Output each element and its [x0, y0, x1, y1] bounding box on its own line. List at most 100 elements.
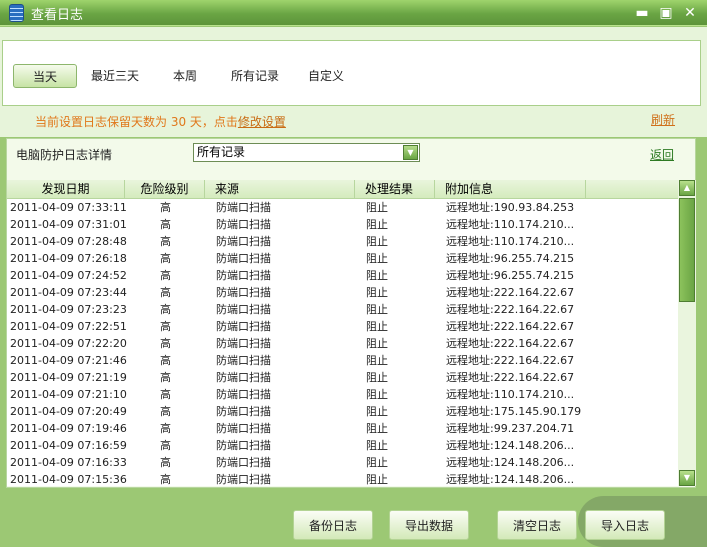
- table-cell: 远程地址:99.237.204.71: [446, 422, 575, 435]
- table-cell: 防端口扫描: [216, 320, 271, 333]
- scroll-thumb[interactable]: [679, 198, 695, 302]
- back-link[interactable]: 返回: [650, 146, 674, 163]
- close-button[interactable]: ✕: [681, 4, 699, 22]
- table-cell: 高: [160, 286, 171, 299]
- table-cell: 远程地址:110.174.210...: [446, 218, 575, 231]
- table-row[interactable]: 2011-04-09 07:21:46 高 防端口扫描 阻止 远程地址:222.164.…: [7, 352, 678, 369]
- table-cell: 2011-04-09 07:16:59: [10, 439, 127, 452]
- table-cell: 远程地址:222.164.22.67: [446, 371, 575, 384]
- table-cell: 阻止: [366, 303, 388, 316]
- table-row[interactable]: 2011-04-09 07:16:33 高 防端口扫描 阻止 远程地址:124.148.…: [7, 454, 678, 471]
- clear-log-button[interactable]: 清空日志: [497, 510, 577, 540]
- modify-settings-link[interactable]: 修改设置: [238, 115, 286, 129]
- filter-all-records[interactable]: 所有记录: [231, 64, 279, 88]
- shield-logo-icon: [9, 4, 24, 22]
- table-cell: 高: [160, 218, 171, 231]
- backup-log-button[interactable]: 备份日志: [293, 510, 373, 540]
- table-cell: 远程地址:124.148.206...: [446, 473, 575, 486]
- table-row[interactable]: 2011-04-09 07:21:10 高 防端口扫描 阻止 远程地址:110.174.…: [7, 386, 678, 403]
- table-row[interactable]: 2011-04-09 07:19:46 高 防端口扫描 阻止 远程地址:99.237.2…: [7, 420, 678, 437]
- table-cell: 防端口扫描: [216, 371, 271, 384]
- table-cell: 2011-04-09 07:21:10: [10, 388, 127, 401]
- table-cell: 高: [160, 439, 171, 452]
- table-cell: 阻止: [366, 286, 388, 299]
- table-cell: 远程地址:124.148.206...: [446, 456, 575, 469]
- table-row[interactable]: 2011-04-09 07:26:18 高 防端口扫描 阻止 远程地址:96.255.7…: [7, 250, 678, 267]
- table-row[interactable]: 2011-04-09 07:24:52 高 防端口扫描 阻止 远程地址:96.255.7…: [7, 267, 678, 284]
- table-row[interactable]: 2011-04-09 07:22:20 高 防端口扫描 阻止 远程地址:222.164.…: [7, 335, 678, 352]
- refresh-link[interactable]: 刷新: [651, 111, 675, 128]
- filter-last-three-days[interactable]: 最近三天: [91, 64, 139, 88]
- table-cell: 高: [160, 269, 171, 282]
- table-cell: 2011-04-09 07:16:33: [10, 456, 127, 469]
- col-result[interactable]: 处理结果: [355, 180, 435, 199]
- table-row[interactable]: 2011-04-09 07:31:01 高 防端口扫描 阻止 远程地址:110.174.…: [7, 216, 678, 233]
- table-cell: 阻止: [366, 354, 388, 367]
- import-log-button[interactable]: 导入日志: [585, 510, 665, 540]
- table-cell: 防端口扫描: [216, 269, 271, 282]
- table-cell: 防端口扫描: [216, 286, 271, 299]
- table-cell: 2011-04-09 07:21:19: [10, 371, 127, 384]
- col-level[interactable]: 危险级别: [125, 180, 205, 199]
- table-cell: 阻止: [366, 235, 388, 248]
- table-cell: 高: [160, 235, 171, 248]
- filter-custom[interactable]: 自定义: [308, 64, 344, 88]
- col-date[interactable]: 发现日期: [7, 180, 125, 199]
- chevron-down-icon[interactable]: ▼: [403, 145, 418, 160]
- table-cell: 2011-04-09 07:26:18: [10, 252, 127, 265]
- minimize-button[interactable]: ▬: [633, 4, 651, 22]
- table-cell: 阻止: [366, 218, 388, 231]
- table-cell: 2011-04-09 07:22:20: [10, 337, 127, 350]
- table-cell: 高: [160, 354, 171, 367]
- col-info[interactable]: 附加信息: [435, 180, 586, 199]
- table-cell: 阻止: [366, 422, 388, 435]
- table-header: 发现日期 危险级别 来源 处理结果 附加信息: [7, 180, 678, 199]
- table-cell: 阻止: [366, 269, 388, 282]
- table-cell: 远程地址:96.255.74.215: [446, 252, 575, 265]
- table-cell: 防端口扫描: [216, 439, 271, 452]
- table-row[interactable]: 2011-04-09 07:23:44 高 防端口扫描 阻止 远程地址:222.164.…: [7, 284, 678, 301]
- table-cell: 2011-04-09 07:21:46: [10, 354, 127, 367]
- table-cell: 高: [160, 473, 171, 486]
- table-cell: 防端口扫描: [216, 405, 271, 418]
- table-cell: 防端口扫描: [216, 201, 271, 214]
- table-row[interactable]: 2011-04-09 07:22:51 高 防端口扫描 阻止 远程地址:222.164.…: [7, 318, 678, 335]
- record-filter-select[interactable]: 所有记录 ▼: [193, 143, 420, 162]
- table-cell: 阻止: [366, 320, 388, 333]
- table-row[interactable]: 2011-04-09 07:15:36 高 防端口扫描 阻止 远程地址:124.148.…: [7, 471, 678, 486]
- table-cell: 高: [160, 337, 171, 350]
- table-cell: 2011-04-09 07:31:01: [10, 218, 127, 231]
- table-cell: 2011-04-09 07:33:11: [10, 201, 127, 214]
- col-source[interactable]: 来源: [205, 180, 355, 199]
- table-cell: 远程地址:222.164.22.67: [446, 286, 575, 299]
- maximize-button[interactable]: ▣: [657, 4, 675, 22]
- scroll-up-icon[interactable]: ▲: [679, 180, 695, 196]
- table-cell: 防端口扫描: [216, 456, 271, 469]
- table-row[interactable]: 2011-04-09 07:20:49 高 防端口扫描 阻止 远程地址:175.145.…: [7, 403, 678, 420]
- table-cell: 2011-04-09 07:19:46: [10, 422, 127, 435]
- table-row[interactable]: 2011-04-09 07:16:59 高 防端口扫描 阻止 远程地址:124.148.…: [7, 437, 678, 454]
- table-row[interactable]: 2011-04-09 07:33:11 高 防端口扫描 阻止 远程地址:190.93.8…: [7, 199, 678, 216]
- table-cell: 防端口扫描: [216, 473, 271, 486]
- table-row[interactable]: 2011-04-09 07:21:19 高 防端口扫描 阻止 远程地址:222.164.…: [7, 369, 678, 386]
- table-cell: 远程地址:96.255.74.215: [446, 269, 575, 282]
- filter-this-week[interactable]: 本周: [173, 64, 197, 88]
- table-cell: 阻止: [366, 473, 388, 486]
- table-cell: 阻止: [366, 252, 388, 265]
- table-cell: 远程地址:175.145.90.179: [446, 405, 582, 418]
- table-cell: 高: [160, 320, 171, 333]
- title-bar: 查看日志 ▬ ▣ ✕: [0, 0, 707, 26]
- filter-today[interactable]: 当天: [13, 64, 77, 88]
- export-data-button[interactable]: 导出数据: [389, 510, 469, 540]
- table-row[interactable]: 2011-04-09 07:23:23 高 防端口扫描 阻止 远程地址:222.164.…: [7, 301, 678, 318]
- table-cell: 2011-04-09 07:24:52: [10, 269, 127, 282]
- table-cell: 阻止: [366, 405, 388, 418]
- table-cell: 远程地址:110.174.210...: [446, 235, 575, 248]
- table-cell: 防端口扫描: [216, 388, 271, 401]
- scrollbar[interactable]: ▲ ▼: [678, 180, 696, 486]
- scroll-down-icon[interactable]: ▼: [679, 470, 695, 486]
- table-cell: 远程地址:222.164.22.67: [446, 354, 575, 367]
- panel-title: 电脑防护日志详情: [16, 148, 113, 162]
- table-cell: 防端口扫描: [216, 422, 271, 435]
- table-row[interactable]: 2011-04-09 07:28:48 高 防端口扫描 阻止 远程地址:110.174.…: [7, 233, 678, 250]
